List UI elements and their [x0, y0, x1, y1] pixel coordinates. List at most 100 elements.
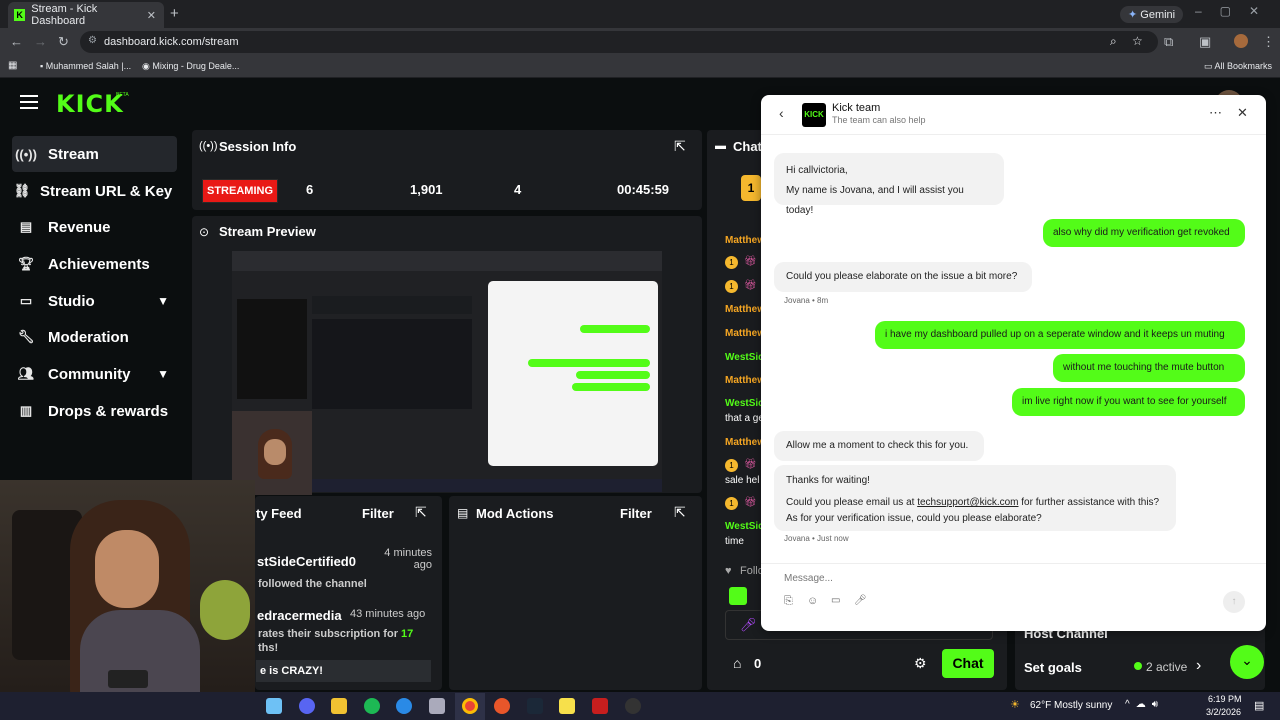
gif-icon[interactable]: ▭: [831, 595, 840, 606]
side-panel-icon[interactable]: ▣: [1199, 34, 1211, 50]
bookmark-2[interactable]: ◉ Mixing - Drug Deale...: [142, 61, 239, 72]
extensions-icon[interactable]: ⧉: [1164, 34, 1173, 50]
notifications-icon[interactable]: ▤: [1254, 699, 1264, 712]
chrome-icon[interactable]: [462, 698, 478, 714]
sidebar-item-stream[interactable]: ((•)) Stream: [12, 136, 177, 172]
spotify-icon[interactable]: [364, 698, 380, 714]
more-options-icon[interactable]: ⋯: [1209, 105, 1222, 121]
forward-icon[interactable]: →: [34, 34, 47, 49]
sidebar-item-label: Achievements: [48, 255, 150, 273]
reload-icon[interactable]: ↻: [58, 34, 69, 50]
message-input[interactable]: Message...: [784, 573, 833, 584]
edge-icon[interactable]: [396, 698, 412, 714]
clock-time[interactable]: 6:19 PM: [1208, 694, 1242, 704]
message-meta: Jovana • Just now: [784, 534, 849, 543]
sidebar-item-revenue[interactable]: ▤ Revenue: [12, 209, 177, 245]
agent-message: Allow me a moment to check this for you.: [774, 431, 984, 461]
message-text: Could you please email us at: [786, 497, 918, 508]
agent-message: Thanks for waiting! Could you please ema…: [774, 465, 1176, 531]
gemini-icon: ✦: [1128, 9, 1141, 21]
gift-icon: ▥: [19, 403, 33, 418]
phone: [108, 670, 148, 688]
menu-kebab-icon[interactable]: ⋮: [1262, 34, 1275, 50]
discord-icon[interactable]: [299, 698, 315, 714]
url-text: dashboard.kick.com/stream: [104, 36, 239, 48]
bookmark-1[interactable]: ▪ Muhammed Salah |...: [40, 61, 131, 71]
steam-icon[interactable]: [527, 698, 543, 714]
obs-icon[interactable]: [625, 698, 641, 714]
sidebar-item-label: Moderation: [48, 328, 129, 346]
broadcast-icon: ((•)): [15, 146, 37, 162]
new-tab-button[interactable]: +: [170, 5, 179, 22]
system-tray-icons[interactable]: ^☁🔊︎: [1125, 699, 1164, 710]
preview-bubble: [528, 359, 650, 367]
sidebar-item-studio[interactable]: ▭ Studio ▼: [12, 283, 177, 319]
support-email-link[interactable]: techsupport@kick.com: [917, 497, 1018, 508]
sidebar-item-label: Studio: [48, 292, 95, 310]
chat-user[interactable]: Matthew: [725, 235, 765, 246]
feed-user[interactable]: stSideCertified0: [257, 554, 356, 569]
attach-icon[interactable]: ⎘: [784, 595, 793, 608]
profile-avatar[interactable]: [1234, 34, 1248, 48]
brave-icon[interactable]: [494, 698, 510, 714]
voicemeeter-icon[interactable]: [592, 698, 608, 714]
browser-tab[interactable]: K Stream - Kick Dashboard ✕: [8, 2, 164, 28]
microphone-icon[interactable]: 🎤︎: [854, 595, 867, 606]
all-bookmarks[interactable]: ▭ All Bookmarks: [1204, 61, 1272, 72]
hamburger-menu-icon[interactable]: [20, 95, 38, 109]
popout-icon[interactable]: ⇱: [674, 504, 686, 521]
sidebar-item-drops-rewards[interactable]: ▥ Drops & rewards: [12, 393, 177, 429]
chat-collapse-button[interactable]: ⌄: [1230, 645, 1264, 679]
active-dot-icon: [1134, 662, 1142, 670]
zoom-icon[interactable]: ⌕: [1110, 34, 1117, 49]
emote-icon: [729, 587, 747, 605]
close-icon[interactable]: ✕: [1237, 105, 1248, 121]
mod-filter-button[interactable]: Filter: [620, 506, 652, 521]
window-controls[interactable]: –▢✕: [1195, 4, 1277, 18]
feed-time: 4 minutes ago: [384, 547, 432, 571]
file-explorer-icon[interactable]: [331, 698, 347, 714]
feed-user[interactable]: edracermedia: [257, 608, 342, 623]
gift-badge-icon: 🎁︎: [744, 497, 757, 508]
settings-gear-icon[interactable]: ⚙: [914, 655, 927, 672]
weather-text[interactable]: 62°F Mostly sunny: [1030, 700, 1112, 711]
sticky-notes-icon[interactable]: [559, 698, 575, 714]
back-arrow-icon[interactable]: ‹: [779, 105, 784, 121]
active-goals: 2 active: [1146, 660, 1188, 674]
address-bar[interactable]: ⚙ dashboard.kick.com/stream ⌕ ☆: [80, 31, 1158, 53]
gemini-button[interactable]: ✦ Gemini: [1120, 6, 1184, 23]
activity-filter-button[interactable]: Filter: [362, 506, 394, 521]
site-info-icon[interactable]: ⚙: [88, 35, 97, 46]
tab-close-icon[interactable]: ✕: [147, 9, 156, 22]
send-button[interactable]: ↑: [1223, 591, 1245, 613]
emoji-icon[interactable]: ☺: [807, 595, 818, 607]
kick-logo[interactable]: KICK: [56, 90, 124, 118]
store-icon[interactable]: ⌂: [733, 655, 741, 671]
copilot-icon[interactable]: [266, 698, 282, 714]
chat-user[interactable]: Matthew: [725, 304, 765, 315]
sidebar-item-moderation[interactable]: 🔧︎ Moderation: [12, 319, 177, 355]
chevron-right-icon[interactable]: ›: [1196, 657, 1201, 675]
display-icon: ▭: [19, 293, 33, 308]
bookmark-star-icon[interactable]: ☆: [1132, 34, 1143, 48]
preview-bubble: [580, 325, 650, 333]
camera-icon: ⊙: [199, 225, 210, 239]
back-icon[interactable]: ←: [10, 34, 23, 49]
clock-date[interactable]: 3/2/2026: [1206, 707, 1241, 717]
sidebar-item-stream-url-key[interactable]: ⛓ Stream URL & Key: [12, 173, 187, 209]
microphone-icon[interactable]: 🎤︎: [740, 617, 757, 633]
chart-icon: ▤: [19, 219, 33, 234]
app-icon[interactable]: [429, 698, 445, 714]
apps-grid-icon[interactable]: ▦: [8, 60, 17, 71]
chat-user[interactable]: Matthew: [725, 437, 765, 448]
sidebar-item-community[interactable]: 👥︎ Community ▼: [12, 356, 177, 392]
webcam-overlay: [0, 480, 255, 692]
popout-icon[interactable]: ⇱: [415, 504, 427, 521]
chat-user[interactable]: Matthew: [725, 375, 765, 386]
bookmark-2-label: Mixing - Drug Deale...: [152, 61, 240, 71]
chat-user[interactable]: Matthew: [725, 328, 765, 339]
popout-icon[interactable]: ⇱: [674, 138, 686, 155]
send-chat-button[interactable]: Chat: [942, 649, 994, 678]
sidebar-item-achievements[interactable]: 🏆︎ Achievements: [12, 246, 177, 282]
set-goals-button[interactable]: Set goals: [1024, 660, 1082, 675]
